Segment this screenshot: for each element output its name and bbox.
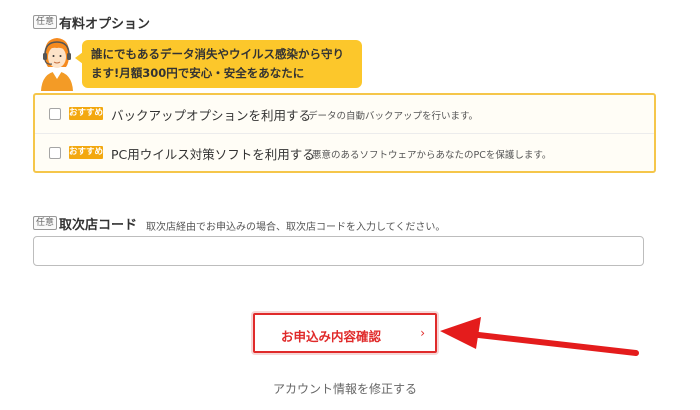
antivirus-checkbox[interactable] <box>49 147 61 159</box>
promo-line-2: ます!月額300円で安心・安全をあなたに <box>91 66 305 80</box>
paid-options-title: 有料オプション <box>59 17 151 32</box>
recommended-badge: おすすめ <box>69 107 104 120</box>
agency-code-title: 取次店コード <box>59 218 138 233</box>
backup-checkbox[interactable] <box>49 108 61 120</box>
promo-line-1: 誰にでもあるデータ消失やウイルス感染から守り <box>91 47 344 61</box>
recommended-badge: おすすめ <box>69 146 104 159</box>
optional-tag: 任意 <box>33 15 58 29</box>
backup-option-description: データの自動バックアップを行います。 <box>308 111 479 122</box>
optional-tag: 任意 <box>33 216 58 230</box>
edit-account-info-link[interactable]: アカウント情報を修正する <box>0 380 690 397</box>
backup-option-label[interactable]: バックアップオプションを利用する <box>111 105 311 124</box>
promo-speech-bubble: 誰にでもあるデータ消失やウイルス感染から守り ます!月額300円で安心・安全をあ… <box>75 40 362 88</box>
antivirus-option-label[interactable]: PC用ウイルス対策ソフトを利用する <box>111 144 315 163</box>
confirm-button-label: お申込み内容確認 <box>280 329 381 344</box>
option-row-antivirus[interactable]: おすすめ PC用ウイルス対策ソフトを利用する 悪意のあるソフトウェアからあなたの… <box>35 134 654 172</box>
confirm-application-button[interactable]: お申込み内容確認 › <box>253 313 437 353</box>
option-row-backup[interactable]: おすすめ バックアップオプションを利用する データの自動バックアップを行います。 <box>35 95 654 134</box>
paid-options-box: おすすめ バックアップオプションを利用する データの自動バックアップを行います。… <box>33 93 656 173</box>
agency-code-note: 取次店経由でお申込みの場合、取次店コードを入力してください。 <box>146 222 446 233</box>
antivirus-option-description: 悪意のあるソフトウェアからあなたのPCを保護します。 <box>312 150 552 161</box>
chevron-right-icon: › <box>420 326 425 340</box>
agency-code-input[interactable] <box>33 236 644 266</box>
headset-operator-icon <box>41 38 73 91</box>
